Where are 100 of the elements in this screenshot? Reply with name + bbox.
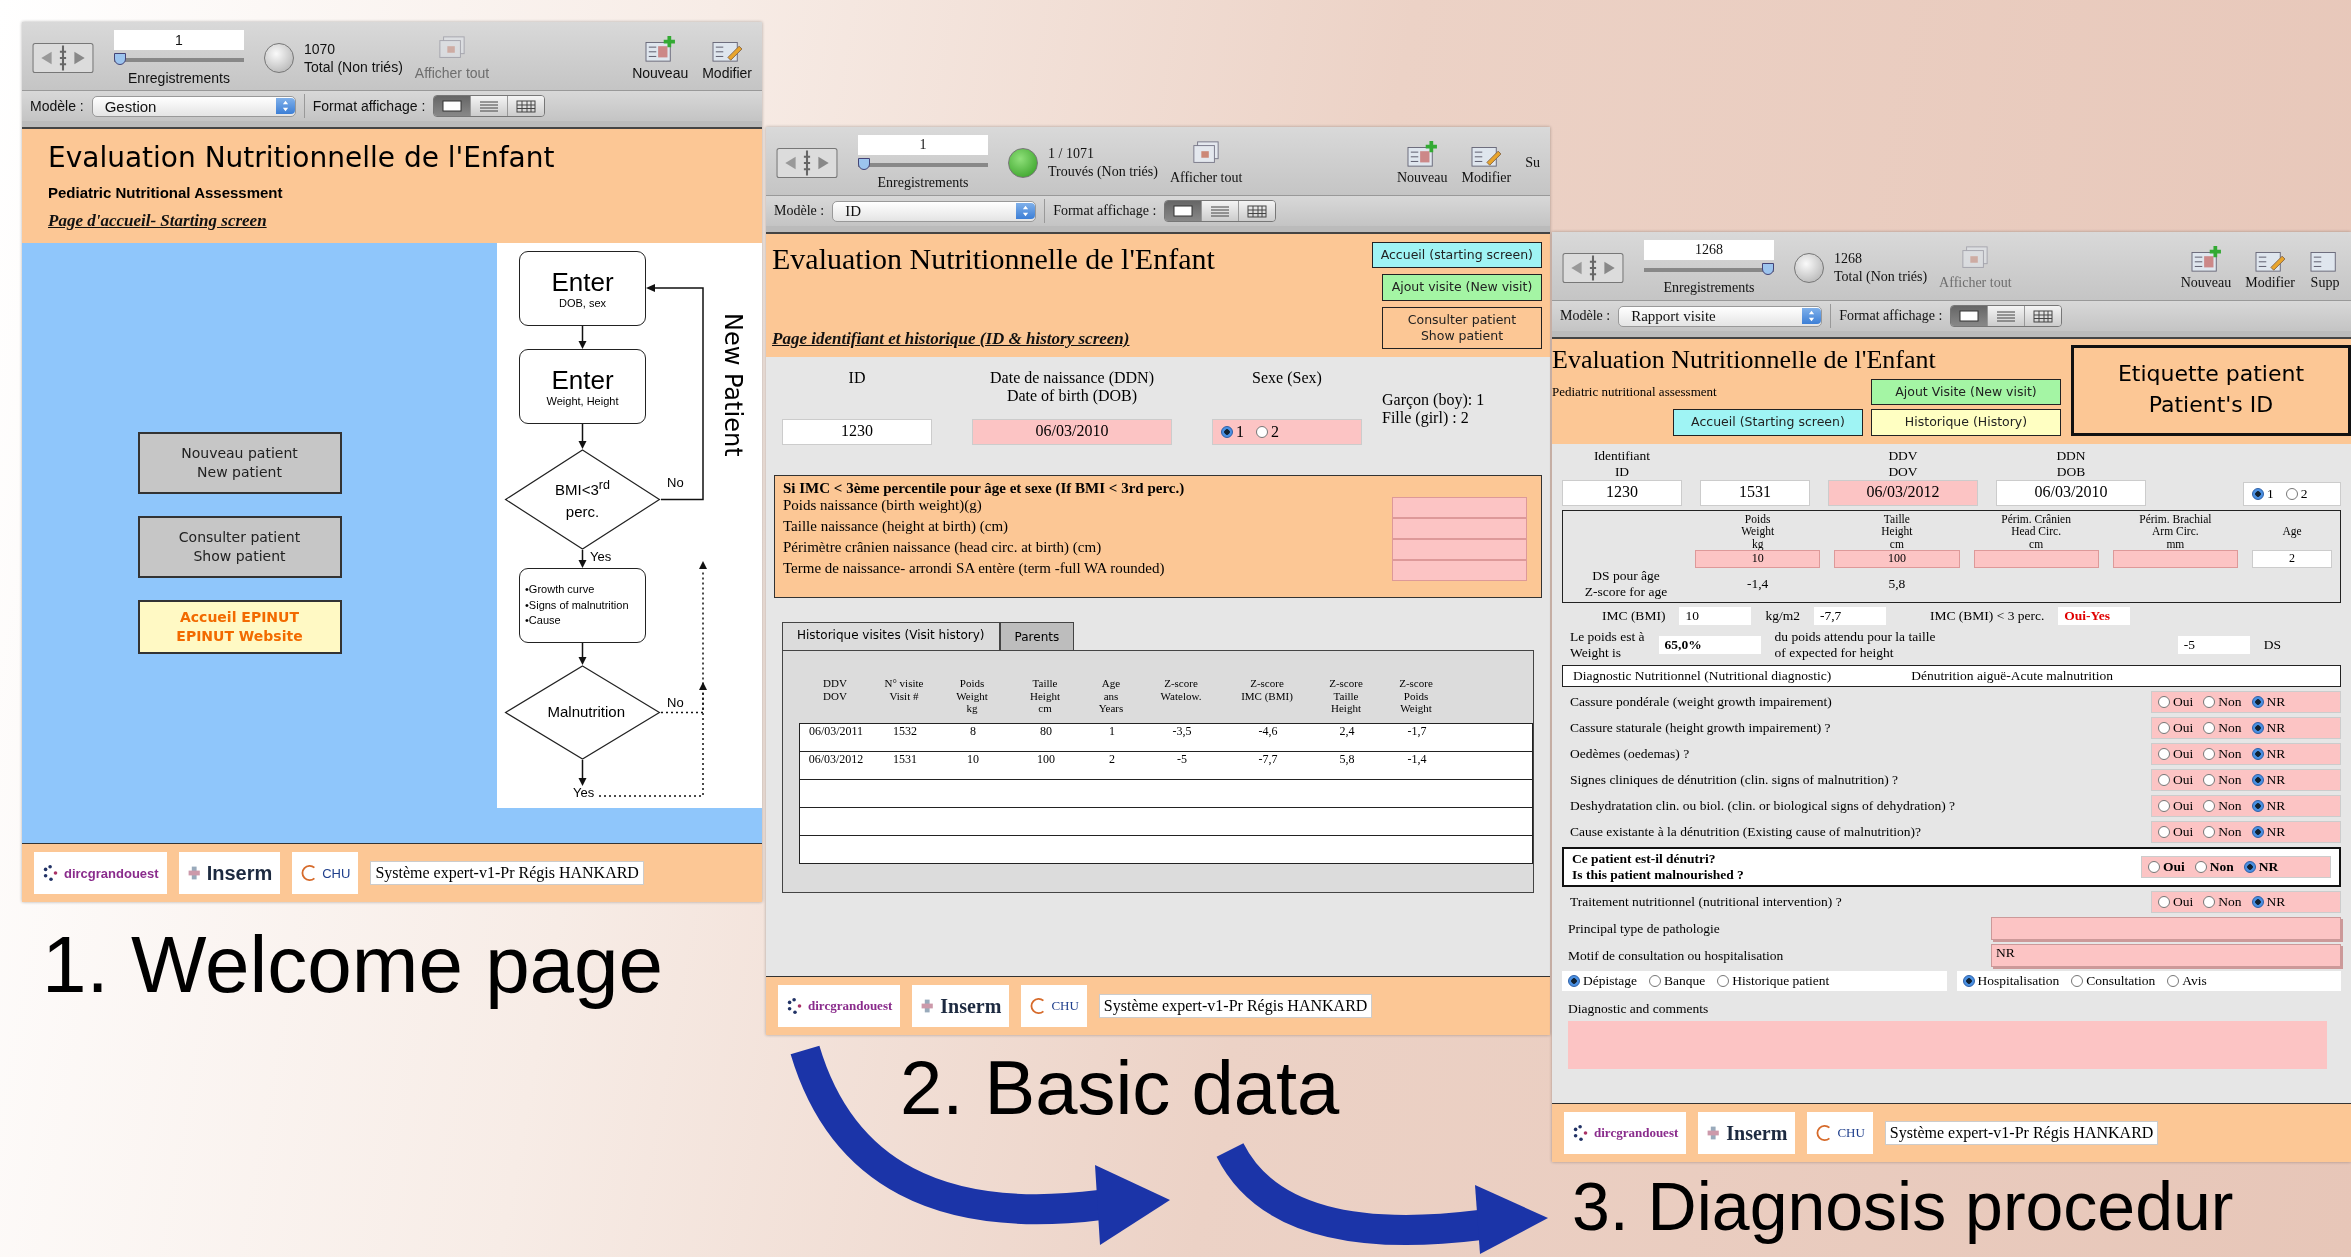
view-form-button[interactable]: [434, 96, 471, 116]
input-field[interactable]: 1230: [782, 419, 932, 445]
input-field[interactable]: -7,7: [1813, 607, 1886, 626]
radio-button[interactable]: Avis: [2167, 973, 2207, 990]
input-field[interactable]: 65,0%: [1658, 636, 1761, 655]
nav-button[interactable]: Accueil (Starting screen): [1673, 409, 1863, 436]
radio-button[interactable]: 1: [2252, 485, 2274, 502]
toolbar-button[interactable]: Su: [1523, 155, 1542, 171]
radio-button[interactable]: Oui: [2158, 824, 2194, 841]
model-dropdown[interactable]: Rapport visite: [1618, 305, 1823, 327]
nav-button[interactable]: Historique (History): [1871, 409, 2061, 436]
radio-button[interactable]: Non: [2203, 894, 2242, 911]
radio-button[interactable]: Non: [2203, 720, 2242, 737]
input-field[interactable]: 06/03/2010: [1996, 479, 2146, 506]
toolbar-button[interactable]: Nouveau: [2178, 245, 2234, 291]
slider-thumb[interactable]: [858, 158, 870, 170]
toolbar-button[interactable]: Modifier: [700, 35, 754, 81]
input-field[interactable]: [1392, 560, 1527, 581]
nav-button[interactable]: Consulter patient Show patient: [1382, 306, 1542, 349]
input-field[interactable]: 06/03/2012: [1828, 479, 1978, 506]
new-record-icon: [1406, 140, 1439, 168]
column-header: N° visite Visit #: [883, 677, 925, 704]
input-field[interactable]: [1392, 497, 1527, 518]
radio-button[interactable]: NR: [2251, 798, 2286, 815]
radio-button[interactable]: 2: [2285, 485, 2308, 502]
radio-button[interactable]: Non: [2203, 798, 2242, 815]
radio-button[interactable]: Non: [2203, 824, 2242, 841]
show-all-button[interactable]: Afficher tout: [1167, 140, 1245, 186]
page-link[interactable]: Page d'accueil- Starting screen: [48, 211, 736, 231]
record-number-field[interactable]: 1: [114, 30, 244, 50]
record-number-field[interactable]: 1: [858, 135, 988, 155]
model-label: Modèle :: [30, 98, 84, 114]
toolbar-button[interactable]: Nouveau: [630, 35, 691, 81]
view-table-button[interactable]: [2024, 306, 2062, 326]
radio-button[interactable]: Non: [2194, 859, 2234, 876]
radio-button[interactable]: Oui: [2158, 720, 2194, 737]
view-form-button[interactable]: [1165, 201, 1202, 221]
radio-button[interactable]: Dépistage: [1568, 973, 1637, 990]
nav-button[interactable]: Ajout visite (New visit): [1382, 274, 1542, 301]
radio-button[interactable]: 2: [1256, 423, 1279, 441]
nav-button[interactable]: Accueil (starting screen): [1371, 242, 1542, 269]
model-dropdown[interactable]: ID: [832, 200, 1037, 222]
radio-button[interactable]: Oui: [2158, 746, 2194, 763]
radio-button[interactable]: Non: [2203, 694, 2242, 711]
radio-button[interactable]: Hospitalisation: [1962, 973, 2060, 990]
input-field[interactable]: 2: [2252, 550, 2332, 569]
record-navigation-icon[interactable]: [776, 147, 838, 179]
input-field[interactable]: 06/03/2010: [972, 419, 1172, 445]
radio-button[interactable]: Banque: [1649, 973, 1706, 990]
input-field[interactable]: [1392, 518, 1527, 539]
radio-button[interactable]: NR: [2251, 772, 2286, 789]
radio-button[interactable]: Oui: [2158, 694, 2194, 711]
page-link[interactable]: Page identifiant et historique (ID & history screen): [772, 329, 1215, 349]
input-field[interactable]: NR: [1991, 944, 2341, 968]
comments-field[interactable]: [1568, 1021, 2327, 1070]
table-view-icon: [514, 97, 539, 115]
record-number-field[interactable]: 1268: [1644, 240, 1774, 260]
radio-button[interactable]: NR: [2251, 824, 2286, 841]
nav-button[interactable]: Ajout Visite (New visit): [1871, 379, 2061, 406]
toolbar-button[interactable]: Supp: [2307, 245, 2343, 291]
view-form-button[interactable]: [1951, 306, 1988, 326]
radio-button[interactable]: NR: [2251, 746, 2286, 763]
nav-button[interactable]: Nouveau patient New patient: [137, 432, 342, 495]
radio-button[interactable]: Oui: [2148, 859, 2185, 876]
radio-button[interactable]: Historique patient: [1717, 973, 1830, 990]
record-navigation-icon[interactable]: [32, 42, 94, 74]
input-field[interactable]: 10: [1679, 607, 1752, 626]
toolbar-button[interactable]: Nouveau: [1394, 140, 1450, 186]
input-field[interactable]: 10: [1695, 550, 1821, 569]
toolbar-button[interactable]: Modifier: [1459, 140, 1514, 186]
radio-button[interactable]: NR: [2243, 859, 2279, 876]
radio-button[interactable]: NR: [2251, 694, 2286, 711]
radio-button[interactable]: Oui: [2158, 772, 2194, 789]
radio-button[interactable]: NR: [2251, 720, 2286, 737]
input-field[interactable]: 1230: [1562, 479, 1682, 506]
input-field[interactable]: [2112, 550, 2238, 569]
input-field[interactable]: 100: [1834, 550, 1960, 569]
slider-thumb[interactable]: [114, 53, 126, 65]
radio-button[interactable]: Non: [2203, 746, 2242, 763]
radio-button[interactable]: Consultation: [2071, 973, 2156, 990]
input-field[interactable]: [1392, 539, 1527, 560]
view-table-button[interactable]: [507, 96, 545, 116]
record-navigation-icon[interactable]: [1562, 252, 1624, 284]
radio-button[interactable]: Oui: [2158, 798, 2194, 815]
input-field[interactable]: [1973, 550, 2099, 569]
model-dropdown[interactable]: Gestion: [91, 95, 296, 117]
input-field[interactable]: 1531: [1700, 479, 1810, 506]
radio-button[interactable]: 1: [1221, 423, 1244, 441]
tab[interactable]: Historique visites (Visit history): [782, 622, 1000, 650]
tab[interactable]: Parents: [999, 622, 1075, 650]
radio-button[interactable]: NR: [2251, 894, 2286, 911]
radio-button[interactable]: Non: [2203, 772, 2242, 789]
view-table-button[interactable]: [1238, 201, 1276, 221]
records-label: Enregistrements: [128, 70, 230, 86]
toolbar-button[interactable]: Modifier: [2243, 245, 2297, 291]
radio-button[interactable]: Oui: [2158, 894, 2194, 911]
input-field[interactable]: -5: [2177, 636, 2250, 655]
input-field[interactable]: [1991, 917, 2341, 941]
slider-thumb[interactable]: [1762, 263, 1774, 275]
nav-button[interactable]: Consulter patient Show patient: [137, 516, 342, 578]
